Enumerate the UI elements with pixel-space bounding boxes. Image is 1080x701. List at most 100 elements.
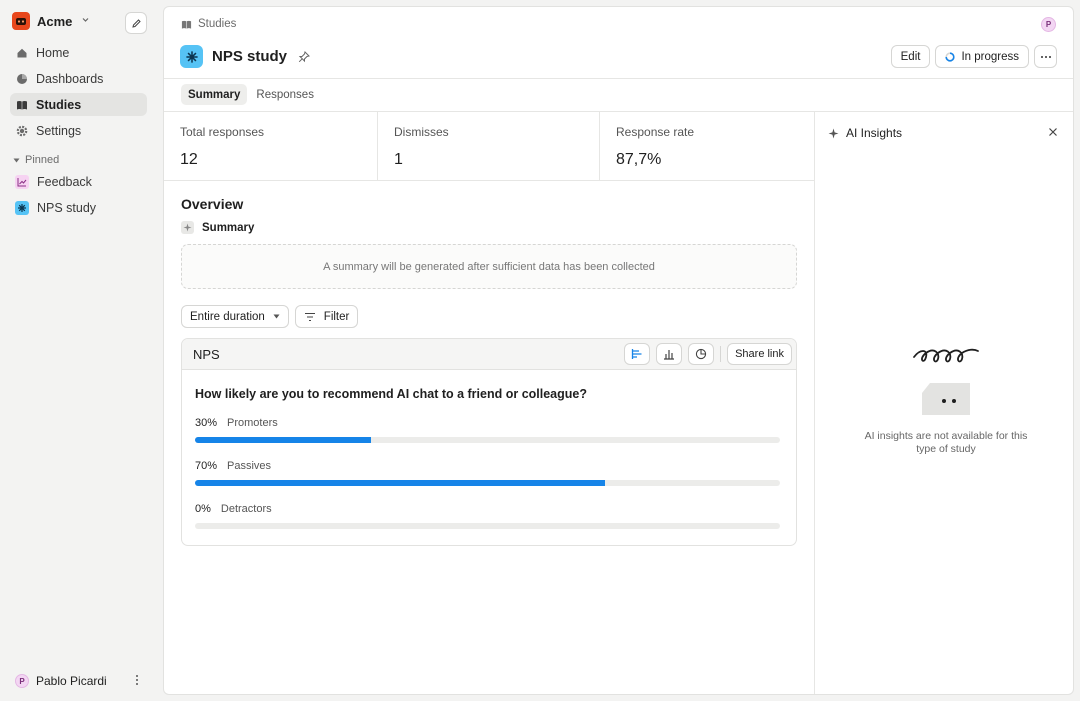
progress-spinner-icon	[945, 51, 956, 62]
nps-bar-track	[195, 480, 780, 486]
stat-dismisses: Dismisses 1	[378, 112, 600, 180]
nps-row-detractors: 0% Detractors	[195, 503, 780, 529]
sidebar-item-dashboards[interactable]: Dashboards	[10, 67, 147, 90]
panel-divider	[814, 112, 815, 694]
home-icon	[15, 46, 28, 59]
nps-card: NPS Share link How likely are you to rec…	[181, 338, 797, 546]
avatar: P	[15, 674, 29, 688]
header-actions: Edit In progress	[890, 45, 1057, 68]
pinned-item-nps-study[interactable]: NPS study	[10, 196, 147, 219]
avatar-initial: P	[1041, 17, 1056, 32]
filter-button[interactable]: Filter	[294, 305, 359, 328]
avatar[interactable]: P	[1041, 17, 1056, 32]
more-options-button[interactable]	[1034, 45, 1057, 68]
ai-insights-message: AI insights are not available for this t…	[864, 430, 1028, 455]
workspace-switcher[interactable]: Acme	[12, 12, 90, 30]
stats-row: Total responses 12 Dismisses 1 Response …	[164, 112, 815, 181]
summary-heading: Summary	[181, 221, 254, 234]
filter-label: Filter	[323, 310, 350, 323]
nps-bar-track	[195, 523, 780, 529]
vertical-bar-view-button[interactable]	[656, 343, 683, 365]
pinned-section-toggle[interactable]: Pinned	[13, 154, 59, 166]
tab-bar: Summary Responses	[181, 84, 321, 105]
compose-button[interactable]	[125, 12, 147, 34]
duration-select[interactable]: Entire duration	[181, 305, 289, 328]
divider	[164, 78, 1073, 79]
ai-insights-title: AI Insights	[846, 126, 903, 140]
stat-value: 87,7%	[616, 151, 662, 168]
breadcrumb-label: Studies	[198, 18, 237, 30]
asterisk-icon	[15, 200, 29, 215]
filter-icon	[304, 312, 315, 321]
status-label: In progress	[961, 50, 1019, 63]
sidebar-item-label: Settings	[36, 123, 82, 138]
pin-icon[interactable]	[298, 50, 310, 63]
nps-row-label: Detractors	[220, 503, 272, 515]
close-icon[interactable]	[1047, 126, 1059, 138]
workspace-name: Acme	[37, 13, 73, 29]
sparkle-icon	[828, 128, 839, 138]
stat-label: Total responses	[180, 125, 265, 139]
pinned-item-feedback[interactable]: Feedback	[10, 170, 147, 193]
user-profile[interactable]: P Pablo Picardi	[15, 674, 107, 688]
sparkle-icon	[181, 221, 194, 234]
pencil-icon	[131, 18, 141, 28]
sidebar-item-label: Dashboards	[36, 71, 104, 86]
nps-question: How likely are you to recommend AI chat …	[195, 387, 587, 401]
sidebar-item-home[interactable]: Home	[10, 41, 147, 64]
book-icon	[15, 98, 28, 111]
stat-label: Response rate	[616, 125, 695, 139]
caret-down-icon	[13, 158, 20, 162]
page-title: NPS study	[212, 48, 288, 65]
nps-row-percent: 0%	[195, 503, 211, 515]
sidebar-item-label: Studies	[36, 97, 82, 112]
gear-icon	[15, 124, 28, 137]
tab-responses[interactable]: Responses	[249, 84, 321, 105]
tab-summary[interactable]: Summary	[181, 84, 248, 105]
stat-value: 12	[180, 151, 198, 168]
nps-card-title: NPS	[193, 347, 220, 362]
book-icon	[181, 20, 192, 29]
nps-bar-fill	[195, 480, 605, 486]
main-panel: Studies P NPS study Edit In progress Sum…	[163, 6, 1074, 695]
asterisk-icon	[180, 45, 203, 68]
overview-heading: Overview	[181, 196, 244, 212]
pie-chart-icon	[695, 348, 707, 360]
edit-button[interactable]: Edit	[890, 45, 931, 68]
nps-row-passives: 70% Passives	[195, 460, 780, 486]
page-header: NPS study	[180, 45, 310, 68]
summary-label: Summary	[202, 221, 255, 234]
sidebar: Acme Home Dashboards Studies Settings Pi…	[0, 0, 157, 701]
stat-total-responses: Total responses 12	[164, 112, 378, 180]
summary-placeholder: A summary will be generated after suffic…	[181, 244, 797, 289]
sidebar-item-label: Home	[36, 45, 70, 60]
pie-chart-icon	[15, 72, 28, 85]
pinned-item-label: Feedback	[37, 174, 92, 189]
nps-row-promoters: 30% Promoters	[195, 417, 780, 443]
chevron-down-icon	[81, 15, 90, 27]
workspace-logo-icon	[12, 12, 30, 30]
share-link-button[interactable]: Share link	[727, 343, 792, 365]
more-horizontal-icon	[1040, 55, 1051, 58]
nps-row-percent: 70%	[195, 460, 218, 472]
pinned-item-label: NPS study	[37, 200, 97, 215]
sidebar-item-studies[interactable]: Studies	[10, 93, 147, 116]
pinned-label: Pinned	[25, 154, 60, 166]
duration-label: Entire duration	[190, 310, 265, 323]
nps-bar-fill	[195, 437, 371, 443]
horizontal-bar-view-button[interactable]	[624, 343, 651, 365]
breadcrumb[interactable]: Studies	[181, 18, 236, 30]
pie-view-button[interactable]	[688, 343, 715, 365]
sidebar-item-settings[interactable]: Settings	[10, 119, 147, 142]
bar-chart-icon	[664, 350, 675, 360]
status-button[interactable]: In progress	[935, 45, 1029, 68]
more-vertical-icon[interactable]	[131, 674, 143, 688]
stat-value: 1	[394, 151, 403, 168]
nps-row-label: Passives	[227, 460, 272, 472]
filter-bar: Entire duration Filter	[181, 305, 359, 328]
nps-row-percent: 30%	[195, 417, 218, 429]
user-name: Pablo Picardi	[36, 674, 107, 688]
ai-insights-header: AI Insights	[828, 126, 902, 140]
stat-response-rate: Response rate 87,7%	[600, 112, 815, 180]
chart-line-icon	[15, 174, 29, 189]
